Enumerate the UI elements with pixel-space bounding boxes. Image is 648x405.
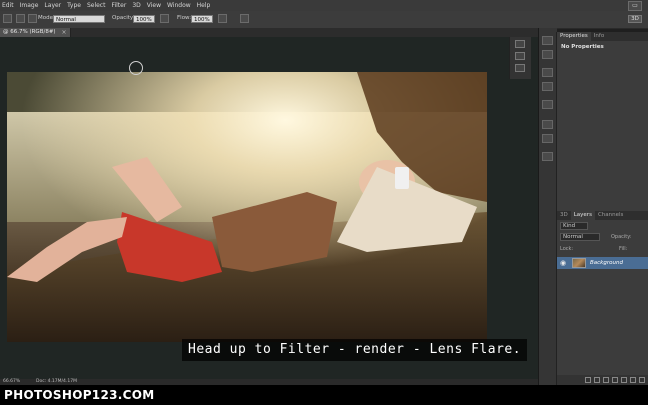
tab-layers[interactable]: Layers	[570, 211, 595, 220]
layer-filter-kind[interactable]: Kind	[560, 222, 588, 230]
properties-panel: Properties Info No Properties	[556, 32, 648, 212]
tab-3d[interactable]: 3D	[557, 211, 571, 220]
toggle-brush-panel-icon[interactable]	[28, 14, 37, 23]
layers-footer	[557, 375, 648, 385]
pressure-opacity-icon[interactable]	[160, 14, 169, 23]
menu-image[interactable]: Image	[17, 0, 42, 11]
window-arrange-icon[interactable]: ▭	[628, 1, 642, 11]
panel-icon-column	[538, 28, 557, 385]
new-group-icon[interactable]	[621, 377, 627, 383]
opacity-input[interactable]: 100%	[133, 15, 155, 23]
workspace-switcher[interactable]: 3D	[628, 15, 642, 23]
document-tab[interactable]: @ 66.7% (RGB/8#) ×	[0, 28, 71, 37]
pressure-size-icon[interactable]	[240, 14, 249, 23]
properties-tabs: Properties Info	[557, 32, 648, 41]
layers-panel: 3D Layers Channels Kind Normal Opacity: …	[556, 211, 648, 385]
actions-panel-icon[interactable]	[542, 50, 553, 59]
layer-fill-label: Fill:	[619, 246, 628, 252]
brush-cursor-icon	[129, 61, 143, 75]
document-image[interactable]	[7, 72, 487, 342]
no-properties-text: No Properties	[561, 44, 604, 50]
document-tab-strip: @ 66.7% (RGB/8#) ×	[0, 28, 538, 37]
tools-panel-icon[interactable]	[542, 152, 553, 161]
airbrush-icon[interactable]	[218, 14, 227, 23]
menu-layer[interactable]: Layer	[41, 0, 64, 11]
menu-type[interactable]: Type	[64, 0, 84, 11]
menu-bar: Edit Image Layer Type Select Filter 3D V…	[0, 0, 648, 11]
menu-3d[interactable]: 3D	[129, 0, 143, 11]
character-panel-icon[interactable]	[542, 120, 553, 129]
brush-preset-icon[interactable]	[16, 14, 25, 23]
photo-illustration	[7, 72, 487, 342]
add-mask-icon[interactable]	[603, 377, 609, 383]
layer-name: Background	[590, 260, 623, 266]
mode-select[interactable]: Normal	[53, 15, 105, 23]
color-panel-icon[interactable]	[542, 68, 553, 77]
menu-window[interactable]: Window	[164, 0, 194, 11]
watermark-text: PHOTOSHOP123.COM	[4, 388, 155, 402]
brush-settings-icon[interactable]	[515, 52, 525, 60]
history-panel-icon[interactable]	[542, 36, 553, 45]
layer-blend-mode[interactable]: Normal	[560, 233, 600, 241]
canvas-area[interactable]	[0, 37, 538, 379]
paragraph-panel-icon[interactable]	[542, 134, 553, 143]
menu-filter[interactable]: Filter	[108, 0, 129, 11]
adjustments-icon[interactable]	[515, 64, 525, 72]
close-tab-icon[interactable]: ×	[62, 28, 67, 37]
menu-edit[interactable]: Edit	[0, 0, 17, 11]
menu-select[interactable]: Select	[84, 0, 109, 11]
layer-style-icon[interactable]	[594, 377, 600, 383]
history-icon[interactable]	[515, 40, 525, 48]
flow-label: Flow:	[177, 15, 192, 21]
visibility-eye-icon[interactable]: ◉	[560, 259, 568, 267]
layers-tabs: 3D Layers Channels	[557, 211, 648, 220]
watermark-bar: PHOTOSHOP123.COM	[0, 385, 648, 405]
document-tab-title: @ 66.7% (RGB/8#)	[3, 29, 56, 35]
new-adjustment-icon[interactable]	[612, 377, 618, 383]
layer-lock-label: Lock:	[560, 246, 574, 252]
options-bar: Mode: Normal Opacity: 100% Flow: 100% 3D	[0, 11, 648, 29]
tab-info[interactable]: Info	[591, 32, 607, 41]
tool-strip	[509, 37, 531, 79]
menu-view[interactable]: View	[144, 0, 164, 11]
flow-input[interactable]: 100%	[191, 15, 213, 23]
tutorial-caption: Head up to Filter - render - Lens Flare.	[182, 339, 528, 361]
layer-thumbnail	[572, 258, 586, 268]
delete-layer-icon[interactable]	[639, 377, 645, 383]
opacity-label: Opacity:	[112, 15, 135, 21]
swatches-panel-icon[interactable]	[542, 82, 553, 91]
sunglasses	[395, 167, 409, 189]
brush-tool-icon[interactable]	[3, 14, 12, 23]
link-layers-icon[interactable]	[585, 377, 591, 383]
menu-help[interactable]: Help	[194, 0, 214, 11]
tab-properties[interactable]: Properties	[557, 32, 591, 41]
layer-opacity-label: Opacity:	[611, 234, 632, 240]
adjustments-panel-icon[interactable]	[542, 100, 553, 109]
new-layer-icon[interactable]	[630, 377, 636, 383]
layer-row-background[interactable]: ◉ Background	[557, 257, 648, 269]
tab-channels[interactable]: Channels	[595, 211, 626, 220]
